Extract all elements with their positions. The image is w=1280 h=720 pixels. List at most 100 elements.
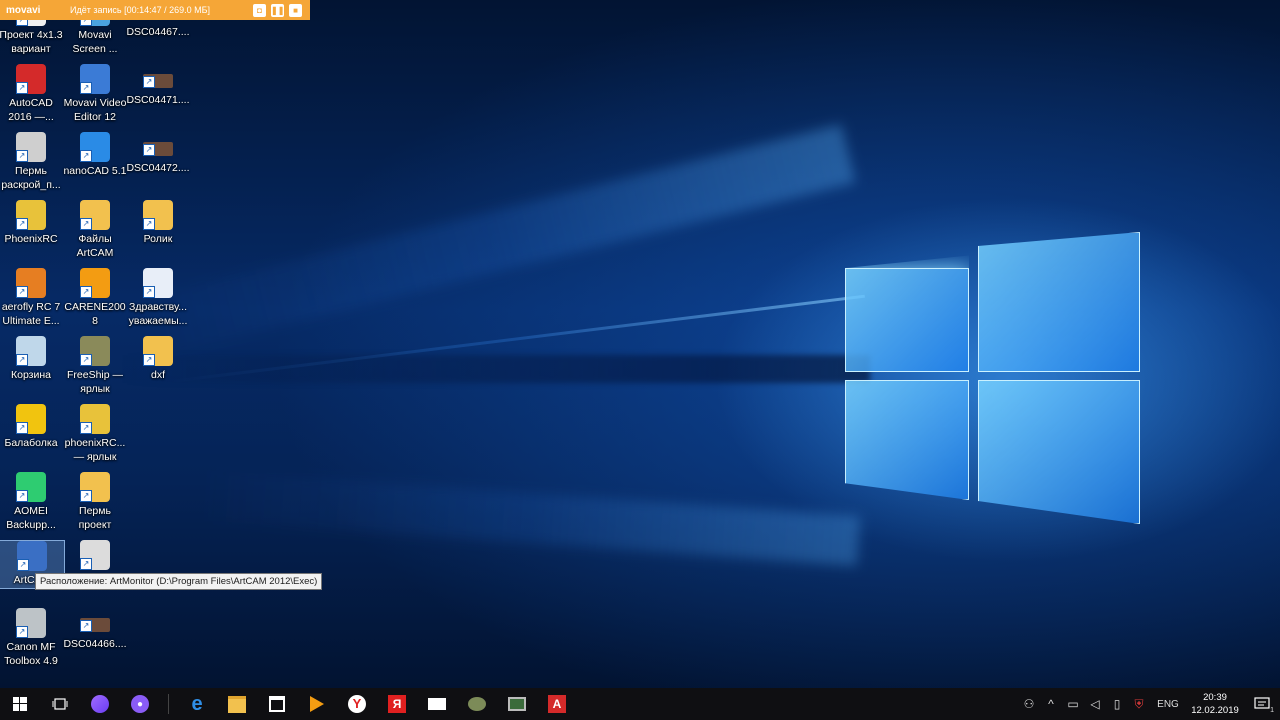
shortcut-arrow-icon: ↗	[16, 422, 28, 434]
windows-start-icon[interactable]	[0, 688, 40, 720]
desktop-icon-label: Проект 4x1.3 вариант	[0, 29, 63, 55]
desktop-icon-label: Балаболка	[4, 437, 58, 449]
desktop-icon[interactable]: ↗ Корзина	[0, 336, 63, 383]
notification-icon[interactable]: 1	[1244, 688, 1280, 720]
taskbar-divider	[168, 694, 169, 714]
clock[interactable]: 20:39 12.02.2019	[1186, 691, 1244, 717]
stop-icon[interactable]: ■	[289, 3, 302, 17]
movavi-logo: movavi	[6, 4, 41, 16]
photo-icon: ↗	[143, 74, 173, 88]
date: 12.02.2019	[1191, 705, 1239, 716]
desktop-icon-label: phoenixRC... — ярлык	[64, 437, 126, 463]
edge-icon[interactable]: e	[177, 688, 217, 720]
desktop-icon-label: DSC04472....	[126, 162, 190, 174]
mail-icon[interactable]	[417, 688, 457, 720]
desktop-icon[interactable]: ↗ phoenixRC... — ярлык	[63, 404, 127, 464]
folder-icon: ↗	[143, 336, 173, 366]
autocad-icon[interactable]: A	[537, 688, 577, 720]
yandex-browser-icon[interactable]: Y	[337, 688, 377, 720]
chevron-up-icon[interactable]: ^	[1040, 688, 1062, 720]
desktop-icon[interactable]: ↗ Здравству... уважаемы...	[126, 268, 190, 328]
media-player-icon[interactable]	[297, 688, 337, 720]
shortcut-arrow-icon: ↗	[80, 422, 92, 434]
volume-icon[interactable]: ◁	[1084, 688, 1106, 720]
shortcut-arrow-icon: ↗	[16, 150, 28, 162]
security-shield-icon[interactable]: ⛨	[1128, 688, 1150, 720]
shortcut-arrow-icon: ↗	[16, 82, 28, 94]
shortcut-arrow-icon: ↗	[80, 354, 92, 366]
system-tray: ⚇ ^ ▭ ◁ ▯ ⛨ ENG 20:39 12.02.2019 1	[1018, 688, 1280, 720]
taskbar: ● e Y Я A ⚇ ^ ▭ ◁ ▯ ⛨ ENG 20:39 12.02.20…	[0, 688, 1280, 720]
desktop-icon[interactable]: ↗ Canon MF Toolbox 4.9	[0, 608, 63, 668]
desktop-icon[interactable]: ↗ AOMEI Backupp...	[0, 472, 63, 532]
autocad-icon: ↗	[16, 64, 46, 94]
desktop-icon[interactable]: ↗ CARENE2008	[63, 268, 127, 328]
shortcut-arrow-icon: ↗	[16, 626, 28, 638]
shortcut-arrow-icon: ↗	[80, 490, 92, 502]
yandex-icon[interactable]: Я	[377, 688, 417, 720]
desktop-icon[interactable]: ↗ Балаболка	[0, 404, 63, 451]
shortcut-arrow-icon: ↗	[17, 559, 29, 571]
desktop-icon[interactable]: ↗ Movavi Video Editor 12	[63, 64, 127, 124]
desktop-icon[interactable]: ↗ dxf	[126, 336, 190, 383]
language-indicator[interactable]: ENG	[1150, 688, 1186, 720]
shortcut-arrow-icon: ↗	[80, 558, 92, 570]
desktop-icon[interactable]: ↗ Пермь раскрой_п...	[0, 132, 63, 192]
desktop-icon[interactable]: ↗ AutoCAD 2016 —...	[0, 64, 63, 124]
alice-icon[interactable]	[80, 688, 120, 720]
freeship-icon: ↗	[80, 336, 110, 366]
task-view-icon[interactable]	[40, 688, 80, 720]
screen-recorder-icon[interactable]	[497, 688, 537, 720]
desktop-icon-label: nanoCAD 5.1	[63, 165, 127, 177]
shortcut-arrow-icon: ↗	[143, 218, 155, 230]
camera-icon[interactable]: ◘	[253, 3, 266, 17]
desktop-icon-label: AutoCAD 2016 —...	[8, 97, 54, 123]
logo-pane	[845, 380, 969, 500]
light-beam	[198, 470, 861, 566]
desktop[interactable]: ↗ Проект 4x1.3 вариант ↗ Movavi Screen ... ↗…	[0, 0, 1280, 688]
desktop-icon-label: FreeShip — ярлык	[66, 369, 124, 395]
folder-icon: ↗	[80, 472, 110, 502]
pause-icon[interactable]: ❚❚	[271, 3, 284, 17]
desktop-icon[interactable]: ↗ Файлы ArtCAM	[63, 200, 127, 260]
movavi-recording-bar[interactable]: movavi Идёт запись [00:14:47 / 269.0 МБ]…	[0, 0, 310, 20]
file-explorer-icon[interactable]	[217, 688, 257, 720]
desktop-icon[interactable]: ↗ FreeShip — ярлык	[63, 336, 127, 396]
desktop-icon[interactable]: ↗ DSC04472....	[126, 132, 190, 176]
store-icon[interactable]	[257, 688, 297, 720]
balabolka-icon: ↗	[16, 404, 46, 434]
desktop-icon-label: CARENE2008	[64, 301, 126, 327]
notification-count: 1	[1270, 707, 1274, 714]
shortcut-arrow-icon: ↗	[143, 76, 155, 88]
battery-icon[interactable]: ▯	[1106, 688, 1128, 720]
logo-pane	[845, 268, 969, 372]
phoenixrc-icon: ↗	[80, 404, 110, 434]
light-beam	[132, 124, 856, 360]
recording-status: Идёт запись [00:14:47 / 269.0 МБ]	[70, 5, 211, 15]
people-icon[interactable]: ⚇	[1018, 688, 1040, 720]
desktop-icon-label: DSC04471....	[126, 94, 190, 106]
microphone-icon[interactable]: ●	[120, 688, 160, 720]
folder-icon: ↗	[80, 200, 110, 230]
desktop-icon[interactable]: ↗ nanoCAD 5.1	[63, 132, 127, 179]
desktop-icon-label: DSC04466....	[63, 638, 127, 650]
desktop-icon[interactable]: ↗ PhoenixRC	[0, 200, 63, 247]
desktop-icon[interactable]: ↗ DSC04471....	[126, 64, 190, 108]
desktop-icon[interactable]: ↗ aerofly RC 7 Ultimate E...	[0, 268, 63, 328]
network-icon[interactable]: ▭	[1062, 688, 1084, 720]
desktop-icon[interactable]: ↗ Ролик	[126, 200, 190, 247]
time: 20:39	[1203, 692, 1227, 703]
shortcut-arrow-icon: ↗	[80, 82, 92, 94]
carene-icon: ↗	[80, 268, 110, 298]
desktop-icon-label: Файлы ArtCAM	[76, 233, 114, 259]
shortcut-arrow-icon: ↗	[80, 620, 92, 632]
phoenixrc-icon: ↗	[16, 200, 46, 230]
chat-icon[interactable]	[457, 688, 497, 720]
shortcut-arrow-icon: ↗	[80, 150, 92, 162]
desktop-icon[interactable]: ↗ DSC04466....	[63, 608, 127, 652]
desktop-icon-label: AOMEI Backupp...	[6, 505, 56, 531]
desktop-icon[interactable]: ↗ Пермь проект	[63, 472, 127, 532]
desktop-icon-label: aerofly RC 7 Ultimate E...	[1, 301, 61, 327]
folder-icon: ↗	[143, 200, 173, 230]
photo-icon: ↗	[143, 142, 173, 156]
